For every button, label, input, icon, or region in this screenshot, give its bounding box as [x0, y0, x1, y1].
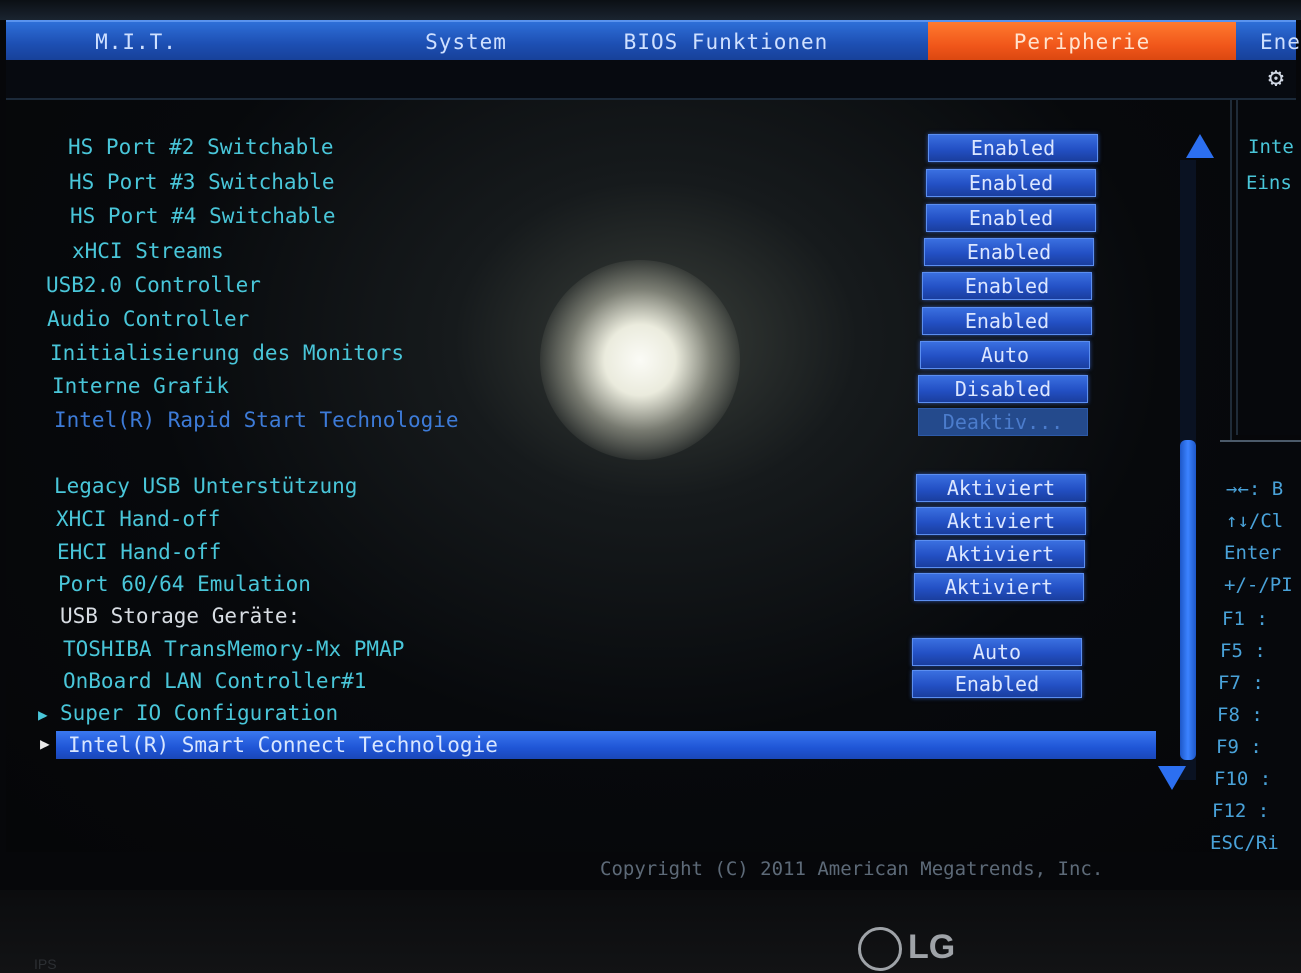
setting-value-usb2-controller[interactable]: Enabled [922, 272, 1092, 300]
setting-label-port-6064[interactable]: Port 60/64 Emulation [58, 570, 311, 598]
key-legend-f8: F8 : [1217, 704, 1263, 726]
key-legend-f7: F7 : [1218, 672, 1264, 694]
setting-label-monitor-init[interactable]: Initialisierung des Monitors [50, 339, 404, 367]
monitor-logo: LG [858, 925, 956, 972]
key-legend-f1: F1 : [1222, 608, 1268, 630]
scrollbar-thumb[interactable] [1180, 440, 1196, 760]
setting-value-xhci-streams[interactable]: Enabled [924, 238, 1094, 266]
key-legend-f5: F5 : [1220, 640, 1266, 662]
setting-label-xhci-handoff[interactable]: XHCI Hand-off [56, 505, 220, 533]
key-legend-panel: →←: B ↑↓/Cl Enter +/-/PI F1 : F5 : F7 : … [1210, 440, 1301, 860]
sub-header: ⚙ [6, 60, 1296, 100]
menu-tab-bar: M.I.T. System BIOS Funktionen Peripherie… [6, 20, 1300, 62]
key-legend-f10: F10 : [1214, 768, 1272, 790]
setting-value-xhci-handoff[interactable]: Aktiviert [916, 507, 1086, 535]
setting-value-monitor-init[interactable]: Auto [920, 341, 1090, 369]
setting-label-audio-controller[interactable]: Audio Controller [47, 305, 249, 333]
setting-label-legacy-usb[interactable]: Legacy USB Unterstützung [54, 472, 357, 500]
setting-value-legacy-usb[interactable]: Aktiviert [916, 474, 1086, 502]
setting-value-hs-port-4[interactable]: Enabled [926, 204, 1096, 232]
setting-label-hs-port-4[interactable]: HS Port #4 Switchable [70, 202, 336, 230]
setting-label-usb2-controller[interactable]: USB2.0 Controller [46, 271, 261, 299]
submenu-super-io-label: Super IO Configuration [60, 701, 339, 725]
setting-label-hs-port-2[interactable]: HS Port #2 Switchable [68, 133, 334, 161]
setting-label-ehci-handoff[interactable]: EHCI Hand-off [57, 538, 221, 566]
submenu-smart-connect[interactable]: Intel(R) Smart Connect Technologie [56, 731, 1156, 759]
setting-value-hs-port-2[interactable]: Enabled [928, 134, 1098, 162]
tab-bios-funktionen[interactable]: BIOS Funktionen [546, 22, 906, 62]
key-legend-enter: Enter [1224, 542, 1282, 564]
tab-energie[interactable]: Ene [1246, 22, 1300, 62]
triangle-right-icon: ▶ [38, 705, 48, 724]
triangle-right-icon: ▶ [40, 734, 50, 753]
tab-mit[interactable]: M.I.T. [6, 22, 266, 62]
monitor-brand: LG [908, 928, 956, 966]
lg-logo-icon [858, 927, 902, 972]
key-legend-navigate: ↑↓/Cl [1226, 510, 1284, 532]
copyright-text: Copyright (C) 2011 American Megatrends, … [600, 858, 1104, 880]
setting-value-hs-port-3[interactable]: Enabled [926, 169, 1096, 197]
scroll-down-icon[interactable] [1158, 766, 1186, 790]
gear-icon[interactable]: ⚙ [1262, 64, 1290, 92]
setting-label-xhci-streams[interactable]: xHCI Streams [72, 237, 224, 265]
setting-label-rapid-start: Intel(R) Rapid Start Technologie [54, 408, 459, 432]
setting-label-onboard-lan[interactable]: OnBoard LAN Controller#1 [63, 667, 366, 695]
tab-peripherie[interactable]: Peripherie [928, 22, 1236, 62]
monitor-bezel [0, 890, 1301, 973]
setting-label-interne-grafik[interactable]: Interne Grafik [52, 372, 229, 400]
usb-storage-header: USB Storage Geräte: [60, 604, 301, 628]
setting-value-toshiba[interactable]: Auto [912, 638, 1082, 666]
submenu-super-io[interactable]: ▶ Super IO Configuration [38, 699, 338, 727]
setting-label-toshiba[interactable]: TOSHIBA TransMemory-Mx PMAP [63, 635, 404, 663]
scroll-up-icon[interactable] [1186, 134, 1214, 158]
submenu-smart-connect-label: Intel(R) Smart Connect Technologie [68, 733, 498, 757]
setting-value-rapid-start: Deaktiv... [918, 408, 1088, 436]
help-description-panel: Inte Eins [1236, 100, 1301, 435]
help-line-1: Inte [1248, 136, 1294, 158]
setting-value-onboard-lan[interactable]: Enabled [912, 670, 1082, 698]
setting-value-audio-controller[interactable]: Enabled [922, 307, 1092, 335]
help-line-2: Eins [1246, 172, 1292, 194]
setting-value-interne-grafik[interactable]: Disabled [918, 375, 1088, 403]
key-legend-change: +/-/PI [1224, 574, 1293, 596]
ips-badge: IPS [34, 956, 57, 972]
setting-value-port-6064[interactable]: Aktiviert [914, 573, 1084, 601]
key-legend-f12: F12 : [1212, 800, 1270, 822]
key-legend-f9: F9 : [1216, 736, 1262, 758]
setting-label-hs-port-3[interactable]: HS Port #3 Switchable [69, 168, 335, 196]
header-artwork [0, 0, 1301, 20]
setting-value-ehci-handoff[interactable]: Aktiviert [915, 540, 1085, 568]
key-legend-select: →←: B [1226, 478, 1284, 500]
key-legend-esc: ESC/Ri [1210, 832, 1279, 854]
